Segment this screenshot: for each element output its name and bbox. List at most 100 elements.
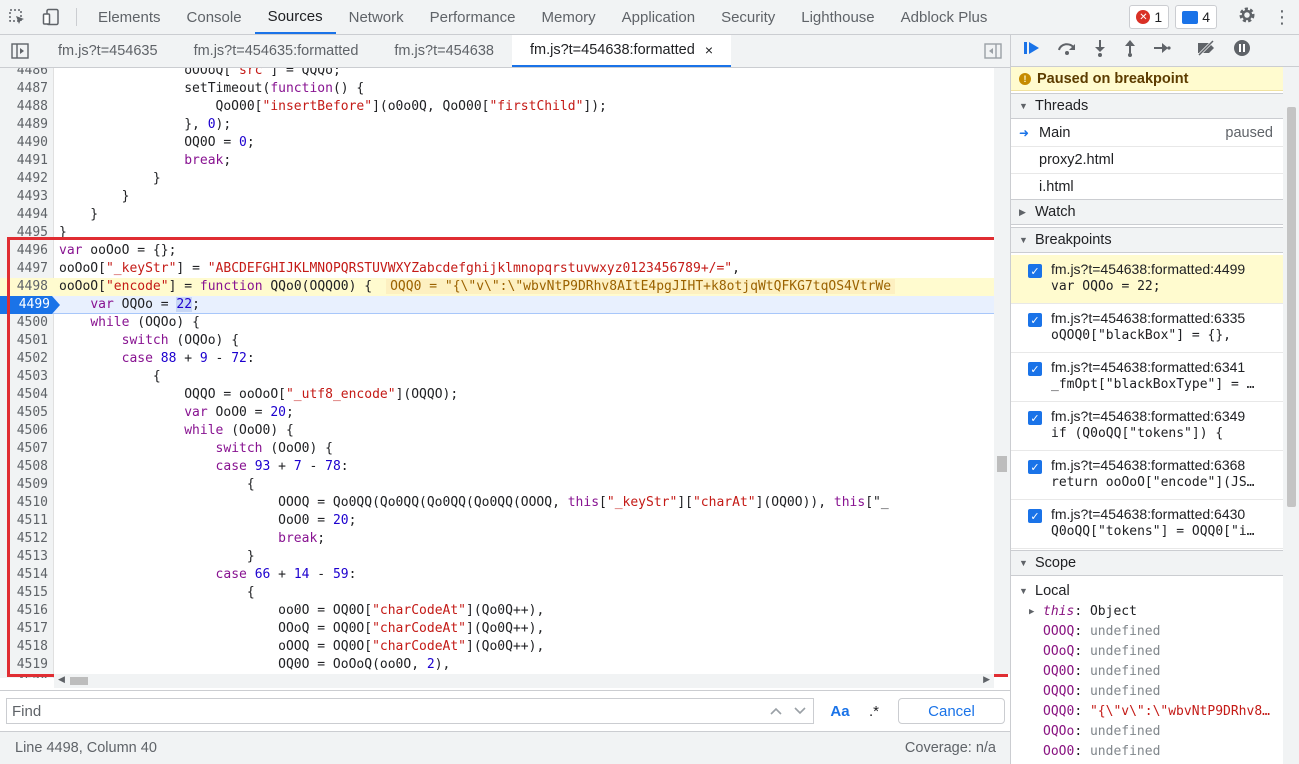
code-editor[interactable]: 4486 oOOoQ["src"] = QQQo; 4487 setTimeout… <box>0 68 1010 678</box>
tab-security[interactable]: Security <box>708 0 788 34</box>
breakpoint-item[interactable]: ✓ fm.js?t=454638:formatted:6341 _fmOpt["bl… <box>1011 353 1283 402</box>
scope-variable[interactable]: OQQ0: "{\"v\":\"wbvNtP9DRhv8… <box>1011 702 1283 722</box>
tab-console[interactable]: Console <box>174 0 255 34</box>
line-number[interactable]: 4489 <box>0 116 50 134</box>
find-previous-icon[interactable] <box>766 699 786 723</box>
pause-on-exceptions-icon[interactable] <box>1233 39 1251 62</box>
line-number[interactable]: 4490 <box>0 134 50 152</box>
code-line[interactable]: 4489 }, 0); <box>0 116 994 134</box>
settings-gear-icon[interactable] <box>1237 5 1257 29</box>
close-tab-icon[interactable]: × <box>705 42 713 58</box>
inspect-element-icon[interactable] <box>0 0 34 34</box>
line-number[interactable]: 4510 <box>0 494 50 512</box>
line-number[interactable]: 4516 <box>0 602 50 620</box>
scope-variable[interactable]: OQ0O: undefined <box>1011 662 1283 682</box>
breakpoint-item[interactable]: ✓ fm.js?t=454638:formatted:6335 oQOQ0["bla… <box>1011 304 1283 353</box>
line-number[interactable]: 4492 <box>0 170 50 188</box>
scroll-thumb[interactable] <box>997 456 1007 472</box>
step-out-icon[interactable] <box>1123 39 1137 62</box>
tab-sources[interactable]: Sources <box>254 0 336 34</box>
code-line[interactable]: 4486 oOOoQ["src"] = QQQo; <box>0 68 994 80</box>
code-line[interactable]: 4501 switch (OQOo) { <box>0 332 994 350</box>
line-number[interactable]: 4505 <box>0 404 50 422</box>
sidebar-scrollbar[interactable] <box>1283 67 1299 764</box>
cancel-button[interactable]: Cancel <box>898 698 1005 724</box>
line-number[interactable]: 4497 <box>0 260 50 278</box>
code-line[interactable]: 4508 case 93 + 7 - 78: <box>0 458 994 476</box>
code-line[interactable]: 4500 while (OQOo) { <box>0 314 994 332</box>
line-number[interactable]: 4487 <box>0 80 50 98</box>
scope-variable[interactable]: OQQO: undefined <box>1011 682 1283 702</box>
code-line[interactable]: 4517 OOoQ = OQ0O["charCodeAt"](Qo0Q++), <box>0 620 994 638</box>
breakpoints-section-header[interactable]: ▼ Breakpoints <box>1011 227 1283 253</box>
tab-application[interactable]: Application <box>609 0 708 34</box>
code-line[interactable]: 4518 oOOQ = OQ0O["charCodeAt"](Qo0Q++), <box>0 638 994 656</box>
deactivate-breakpoints-icon[interactable] <box>1195 39 1217 61</box>
breakpoint-marker[interactable]: 4499 <box>0 296 60 314</box>
line-number[interactable]: 4503 <box>0 368 50 386</box>
message-counter[interactable]: 4 <box>1175 5 1217 29</box>
editor-vertical-scrollbar[interactable] <box>994 68 1010 674</box>
breakpoint-checkbox[interactable]: ✓ <box>1028 460 1042 474</box>
line-number[interactable]: 4513 <box>0 548 50 566</box>
device-toolbar-icon[interactable] <box>34 0 68 34</box>
line-number[interactable]: 4520 <box>0 674 50 678</box>
threads-section-header[interactable]: ▼ Threads <box>1011 93 1283 119</box>
line-number[interactable]: 4491 <box>0 152 50 170</box>
line-number[interactable]: 4517 <box>0 620 50 638</box>
match-case-toggle[interactable]: Aa <box>828 699 852 723</box>
local-scope-header[interactable]: ▼ Local <box>1011 580 1283 602</box>
expand-triangle-icon[interactable]: ▶ <box>1029 602 1034 622</box>
breakpoint-item[interactable]: ✓ fm.js?t=454638:formatted:6430 Q0oQQ["tok… <box>1011 500 1283 549</box>
error-counter[interactable]: ✕ 1 <box>1129 5 1170 29</box>
code-line[interactable]: 4488 QoO00["insertBefore"](o0o0Q, QoO00[… <box>0 98 994 116</box>
scroll-thumb[interactable] <box>1287 107 1296 507</box>
file-tab[interactable]: fm.js?t=454635:formatted <box>176 35 377 67</box>
code-line[interactable]: 4515 { <box>0 584 994 602</box>
breakpoint-checkbox[interactable]: ✓ <box>1028 264 1042 278</box>
scope-variable[interactable]: ▶ this: Object <box>1011 602 1283 622</box>
scope-variable[interactable]: OoO0: undefined <box>1011 742 1283 762</box>
regex-toggle[interactable]: .* <box>864 699 884 723</box>
tab-elements[interactable]: Elements <box>85 0 174 34</box>
code-line[interactable]: 4491 break; <box>0 152 994 170</box>
line-number[interactable]: 4506 <box>0 422 50 440</box>
scroll-thumb[interactable] <box>70 677 88 685</box>
line-number[interactable]: 4514 <box>0 566 50 584</box>
code-line[interactable]: 4513 } <box>0 548 994 566</box>
code-line[interactable]: 4514 case 66 + 14 - 59: <box>0 566 994 584</box>
scope-variable[interactable]: OOoQ: undefined <box>1011 642 1283 662</box>
line-number[interactable]: 4496 <box>0 242 50 260</box>
code-line[interactable]: 4519 OQ0O = OoOoQ(oo0O, 2), <box>0 656 994 674</box>
line-number[interactable]: 4519 <box>0 656 50 674</box>
scroll-right-icon[interactable]: ▶ <box>983 674 990 685</box>
toggle-debugger-sidebar-icon[interactable] <box>984 43 1002 63</box>
scope-section-header[interactable]: ▼ Scope <box>1011 550 1283 576</box>
resume-icon[interactable] <box>1023 40 1041 61</box>
code-line[interactable]: 4499 var OQOo = 22; <box>0 296 994 314</box>
line-number[interactable]: 4515 <box>0 584 50 602</box>
tab-memory[interactable]: Memory <box>529 0 609 34</box>
line-number[interactable]: 4498 <box>0 278 50 296</box>
tab-adblock-plus[interactable]: Adblock Plus <box>888 0 1001 34</box>
breakpoint-item[interactable]: ✓ fm.js?t=454638:formatted:6368 return ooO… <box>1011 451 1283 500</box>
thread-item[interactable]: proxy2.html <box>1011 147 1283 174</box>
line-number[interactable]: 4502 <box>0 350 50 368</box>
code-line[interactable]: 4503 { <box>0 368 994 386</box>
thread-item[interactable]: ➜ Main paused <box>1011 120 1283 147</box>
code-line[interactable]: 4502 case 88 + 9 - 72: <box>0 350 994 368</box>
code-line[interactable]: 4498 ooOoO["encode"] = function QQo0(OQQO… <box>0 278 994 296</box>
line-number[interactable]: 4488 <box>0 98 50 116</box>
toggle-navigator-icon[interactable] <box>0 35 40 67</box>
line-number[interactable]: 4511 <box>0 512 50 530</box>
code-line[interactable]: 4492 } <box>0 170 994 188</box>
thread-item[interactable]: i.html <box>1011 174 1283 201</box>
line-number[interactable]: 4508 <box>0 458 50 476</box>
breakpoint-checkbox[interactable]: ✓ <box>1028 509 1042 523</box>
code-line[interactable]: 4490 OQ0O = 0; <box>0 134 994 152</box>
scroll-left-icon[interactable]: ◀ <box>58 674 65 685</box>
step-over-icon[interactable] <box>1057 40 1077 61</box>
step-into-icon[interactable] <box>1093 39 1107 62</box>
line-number[interactable]: 4493 <box>0 188 50 206</box>
code-line[interactable]: 4511 OoO0 = 20; <box>0 512 994 530</box>
